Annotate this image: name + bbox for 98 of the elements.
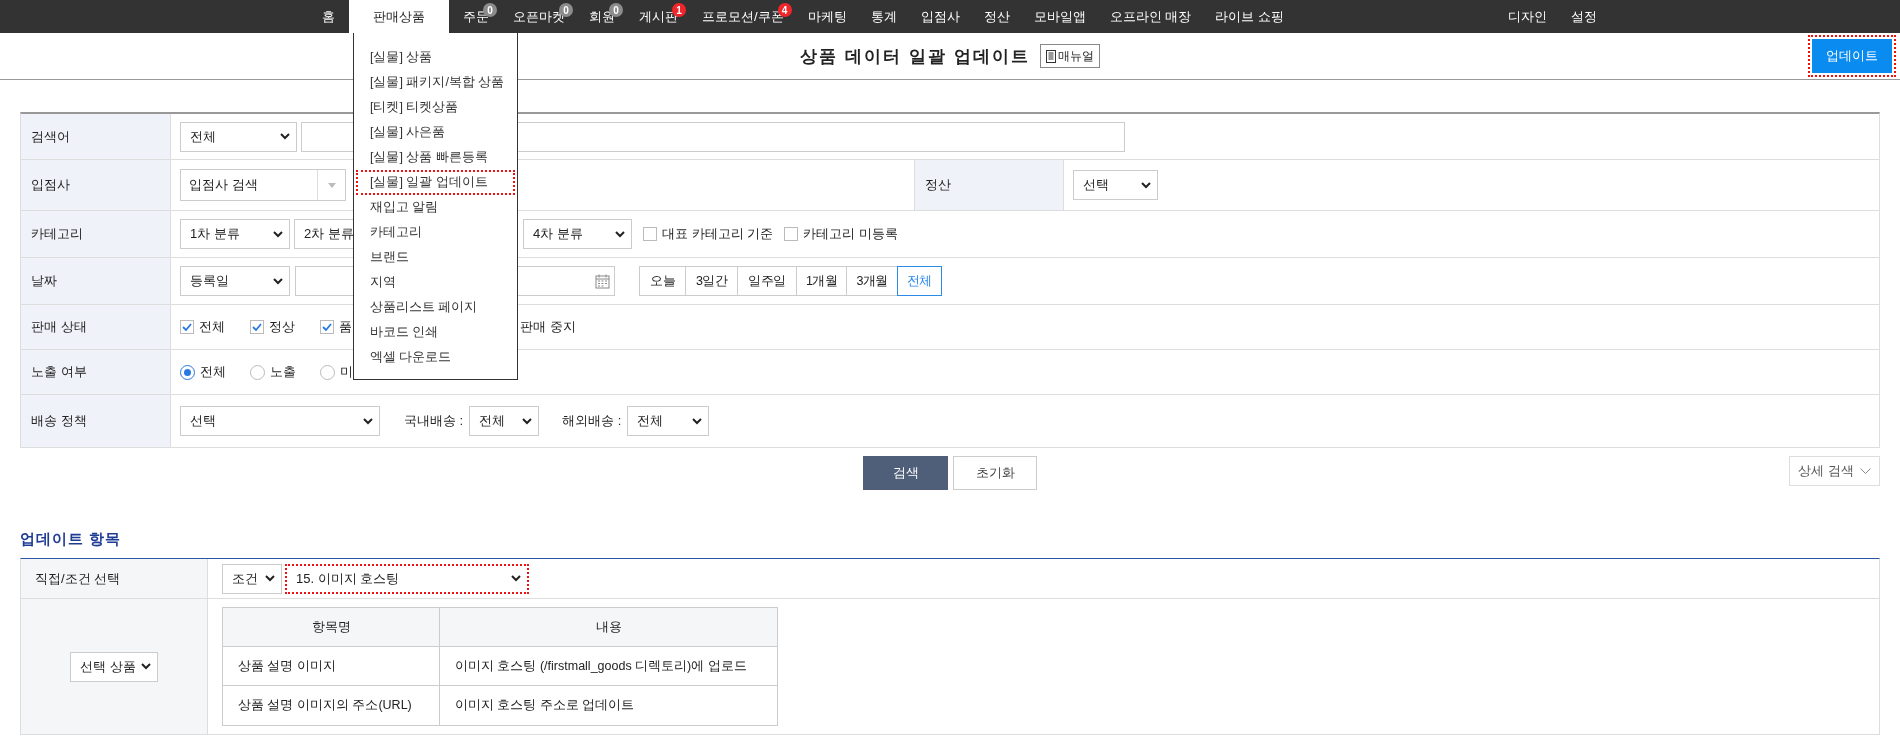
select-dropdown[interactable]: 선택 상품 — [70, 651, 158, 682]
caret-icon — [273, 230, 283, 238]
table-cell: 이미지 호스팅 주소로 업데이트 — [439, 686, 777, 725]
column-header: 항목명 — [223, 608, 439, 647]
nav-menu-item[interactable]: 마케팅 — [795, 0, 859, 33]
radio-button[interactable] — [180, 364, 195, 380]
menu-item[interactable]: 브랜드 — [356, 245, 515, 270]
field-label: 판매 중지 — [520, 318, 576, 336]
select-dropdown[interactable]: 4차 분류 — [523, 219, 632, 249]
select-dropdown[interactable]: 전체 — [469, 406, 540, 436]
period-button[interactable]: 3개월 — [846, 266, 898, 296]
menu-item[interactable]: 카테고리 — [356, 220, 515, 245]
menu-item[interactable]: [실물] 상품 — [356, 45, 515, 70]
nav-menu-item[interactable]: 라이브 쇼핑 — [1203, 0, 1296, 33]
period-button[interactable]: 1개월 — [795, 266, 848, 296]
checkbox[interactable] — [643, 227, 657, 241]
radio-option[interactable]: 노출 — [250, 363, 320, 381]
caret-icon — [327, 182, 336, 188]
menu-item[interactable]: 상품리스트 페이지 — [356, 295, 515, 320]
nav-menu-item[interactable]: 디자인 — [1495, 0, 1559, 33]
form-label: 검색어 — [21, 114, 171, 159]
form-label: 노출 여부 — [21, 350, 171, 394]
menu-item[interactable]: 바코드 인쇄 — [356, 320, 515, 345]
nav-menu-item[interactable]: 모바일앱 — [1021, 0, 1098, 33]
caret-icon — [280, 133, 290, 140]
period-button[interactable]: 3일간 — [685, 266, 739, 296]
select-dropdown[interactable]: 1차 분류 — [180, 219, 290, 249]
menu-item[interactable]: [실물] 패키지/복합 상품 — [356, 70, 515, 95]
form-label: 입점사 — [21, 160, 171, 210]
menu-item[interactable]: [실물] 사은품 — [356, 120, 515, 145]
nav-menu-item[interactable]: 입점사 — [908, 0, 972, 33]
detail-search-button[interactable]: 상세 검색 — [1789, 456, 1880, 486]
form-label: 카테고리 — [21, 211, 171, 257]
menu-item[interactable]: 지역 — [356, 270, 515, 295]
checkbox-option[interactable]: 전체 — [180, 318, 250, 336]
seller-search-combo[interactable]: 입점사 검색 — [180, 169, 346, 201]
radio-button[interactable] — [320, 364, 335, 380]
select-dropdown[interactable]: 15. 이미지 호스팅 — [285, 563, 529, 594]
caret-icon — [1141, 181, 1151, 189]
checkbox-option[interactable]: 정상 — [250, 318, 320, 336]
update-button[interactable]: 업데이트 — [1808, 35, 1896, 77]
period-button[interactable]: 전체 — [896, 266, 942, 296]
select-dropdown[interactable]: 선택 — [1073, 170, 1158, 200]
manual-button[interactable]: 매뉴얼 — [1039, 44, 1100, 68]
menu-item[interactable]: [실물] 일괄 업데이트 — [356, 170, 515, 195]
caret-icon — [141, 663, 151, 670]
caret-icon — [363, 417, 373, 425]
field-label: 해외배송 : — [562, 412, 622, 430]
form-label: 배송 정책 — [21, 395, 171, 447]
form-label: 정산 — [914, 160, 1064, 210]
section-title: 업데이트 항목 — [20, 530, 123, 549]
form-label: 판매 상태 — [21, 305, 171, 349]
field-label: 국내배송 : — [404, 412, 464, 430]
column-header: 내용 — [439, 608, 777, 647]
checkbox-option[interactable]: 품 — [320, 318, 352, 336]
select-dropdown[interactable]: 선택 — [180, 406, 380, 436]
checkbox[interactable] — [320, 320, 334, 334]
caret-icon — [615, 230, 625, 238]
caret-icon — [265, 575, 275, 582]
nav-menu-item[interactable]: 오프라인 매장 — [1097, 0, 1204, 33]
radio-option[interactable]: 전체 — [180, 363, 250, 381]
reset-button[interactable]: 초기화 — [953, 456, 1037, 490]
checkbox[interactable] — [784, 227, 799, 241]
nav-menu-item[interactable]: 홈 — [310, 0, 347, 33]
document-icon — [1045, 49, 1056, 63]
chevron-down-icon — [1860, 467, 1871, 475]
caret-icon — [522, 417, 533, 425]
menu-item[interactable]: 엑셀 다운로드 — [356, 345, 515, 370]
nav-menu-item[interactable]: 통계 — [858, 0, 909, 33]
select-dropdown[interactable]: 전체 — [180, 121, 297, 152]
caret-icon — [511, 575, 521, 582]
select-dropdown[interactable]: 조건 — [222, 563, 282, 594]
form-label: 직접/조건 선택 — [21, 559, 208, 598]
nav-menu-item[interactable]: 정산 — [971, 0, 1022, 33]
calendar-icon — [595, 273, 610, 289]
radio-button[interactable] — [250, 364, 265, 380]
table-cell: 이미지 호스팅 (/firstmall_goods 디렉토리)에 업로드 — [439, 647, 777, 686]
select-dropdown[interactable]: 전체 — [627, 406, 710, 436]
caret-icon — [273, 277, 283, 285]
checkbox-option[interactable]: 대표 카테고리 기준 — [643, 225, 774, 243]
menu-item[interactable]: [실물] 상품 빠른등록 — [356, 145, 515, 170]
nav-menu-item[interactable]: 설정 — [1558, 0, 1609, 33]
radio-option[interactable]: 미 — [320, 363, 353, 381]
checkbox[interactable] — [180, 320, 194, 334]
table-cell: 상품 설명 이미지 — [223, 647, 439, 686]
search-button[interactable]: 검색 — [863, 456, 948, 490]
page-title: 상품 데이터 일괄 업데이트 — [800, 45, 1030, 68]
checkbox-option[interactable]: 카테고리 미등록 — [784, 225, 898, 243]
checkbox[interactable] — [250, 320, 264, 334]
table-cell-text: 상품 설명 이미지의 주소(URL) — [237, 697, 413, 714]
period-button[interactable]: 일주일 — [737, 266, 797, 296]
caret-icon — [692, 417, 703, 425]
nav-menu-item[interactable]: 판매상품 — [349, 0, 449, 33]
form-label: 날짜 — [21, 258, 171, 304]
menu-item[interactable]: 재입고 알림 — [356, 195, 515, 220]
period-button[interactable]: 오늘 — [639, 266, 686, 296]
select-dropdown[interactable]: 등록일 — [180, 266, 290, 296]
menu-item[interactable]: [티켓] 티켓상품 — [356, 95, 515, 120]
